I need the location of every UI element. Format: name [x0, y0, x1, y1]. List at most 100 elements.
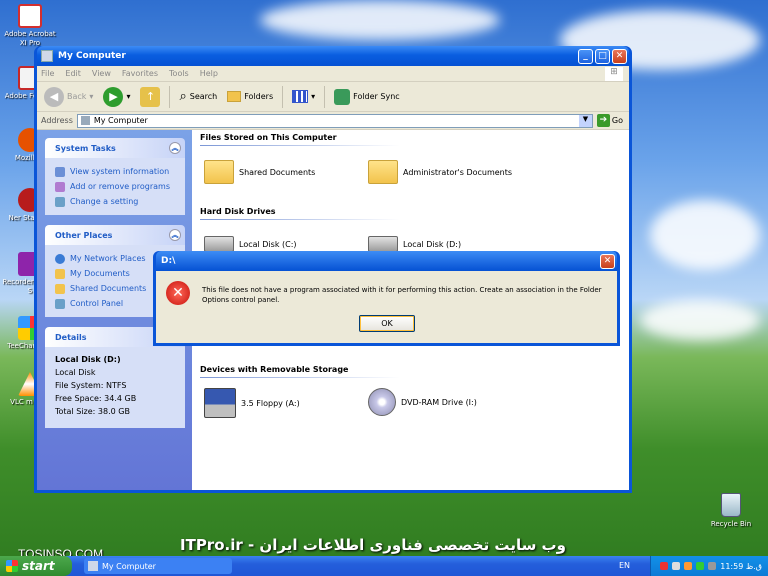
folders-button[interactable]: Folders — [224, 91, 276, 102]
go-button[interactable]: ➔ Go — [596, 114, 623, 127]
group-title-hard-disk-drives: Hard Disk Drives — [200, 207, 276, 216]
address-field[interactable]: My Computer ▼ — [76, 113, 593, 128]
error-icon: ✕ — [166, 281, 190, 305]
tray-volume-icon[interactable] — [672, 562, 681, 570]
forward-arrow-icon: ▶ — [103, 86, 124, 107]
menu-view[interactable]: View — [92, 69, 111, 78]
back-arrow-icon: ◀ — [44, 86, 64, 107]
folder-icon — [368, 160, 398, 184]
dialog-titlebar[interactable]: D:\ ✕ — [156, 251, 617, 271]
folder-sync-icon — [334, 88, 351, 105]
up-button[interactable]: ↑ — [137, 86, 163, 107]
system-info-icon — [55, 166, 65, 177]
search-button[interactable]: ⌕ Search — [176, 89, 220, 104]
error-dialog: D:\ ✕ ✕ This file does not have a progra… — [153, 251, 620, 346]
chevron-down-icon: ▾ — [126, 92, 131, 101]
menu-edit[interactable]: Edit — [65, 69, 81, 78]
dialog-message: This file does not have a program associ… — [202, 286, 602, 304]
start-button[interactable]: start — [0, 556, 72, 576]
menu-tools[interactable]: Tools — [169, 69, 189, 78]
other-places-header[interactable]: Other Places ︽ — [45, 225, 185, 245]
menu-help[interactable]: Help — [200, 69, 218, 78]
tray-network-icon[interactable] — [660, 562, 669, 570]
control-panel-icon — [55, 298, 65, 309]
toolbar-separator — [324, 85, 326, 108]
tray-app-icon[interactable] — [696, 562, 705, 570]
tray-app-icon[interactable] — [708, 562, 717, 570]
add-remove-icon — [55, 181, 65, 192]
my-computer-small-icon — [88, 561, 98, 571]
taskbar-item-my-computer[interactable]: My Computer — [84, 558, 232, 574]
folder-sync-button[interactable]: Folder Sync — [331, 88, 403, 105]
group-title-stored-files: Files Stored on This Computer — [200, 133, 337, 142]
dvd-drive-icon — [368, 388, 396, 416]
taskbar: start My Computer EN 11:59 ق.ظ — [0, 556, 768, 576]
forward-button[interactable]: ▶ ▾ — [100, 86, 133, 107]
address-bar: Address My Computer ▼ ➔ Go — [37, 112, 629, 130]
go-arrow-icon: ➔ — [596, 114, 610, 127]
maximize-button[interactable]: □ — [595, 48, 610, 64]
search-icon: ⌕ — [179, 89, 187, 104]
item-shared-documents[interactable]: Shared Documents — [204, 160, 315, 184]
details-drive-name: Local Disk (D:) — [55, 355, 121, 364]
window-titlebar[interactable]: My Computer _ □ ✕ — [37, 46, 629, 66]
details-file-system: File System: NTFS — [55, 381, 127, 390]
view-system-information-link[interactable]: View system information — [55, 164, 179, 179]
folders-icon — [227, 91, 242, 102]
address-value: My Computer — [93, 116, 148, 125]
system-tasks-panel: System Tasks ︽ View system information A… — [45, 138, 185, 215]
menu-file[interactable]: File — [41, 69, 54, 78]
ok-button[interactable]: OK — [359, 315, 415, 332]
menu-bar: File Edit View Favorites Tools Help ⊞ — [37, 66, 629, 82]
clock[interactable]: 11:59 ق.ظ — [720, 562, 762, 571]
close-button[interactable]: ✕ — [612, 48, 627, 64]
my-documents-icon — [55, 268, 65, 279]
back-button[interactable]: ◀ Back ▾ — [41, 86, 96, 107]
views-grid-icon — [292, 90, 309, 103]
cloud — [260, 0, 500, 40]
network-places-icon — [55, 253, 65, 264]
toolbar-separator — [282, 85, 284, 108]
group-title-removable-storage: Devices with Removable Storage — [200, 365, 349, 374]
shared-folder-icon — [55, 283, 65, 294]
details-drive-type: Local Disk — [55, 368, 96, 377]
language-indicator[interactable]: EN — [619, 561, 630, 570]
my-computer-small-icon — [80, 116, 90, 125]
group-divider — [200, 145, 400, 146]
chevron-down-icon: ▾ — [89, 92, 94, 101]
window-title: My Computer — [58, 51, 126, 61]
hard-drive-icon — [204, 236, 234, 252]
views-button[interactable]: ▾ — [289, 90, 318, 103]
details-free-space: Free Space: 34.4 GB — [55, 394, 137, 403]
collapse-chevron-icon[interactable]: ︽ — [169, 142, 181, 154]
folder-up-icon: ↑ — [140, 86, 161, 107]
toolbar-separator — [169, 85, 171, 108]
add-remove-programs-link[interactable]: Add or remove programs — [55, 179, 179, 194]
tray-app-icon[interactable] — [684, 562, 693, 570]
folder-icon — [204, 160, 234, 184]
menu-favorites[interactable]: Favorites — [122, 69, 158, 78]
system-tray: 11:59 ق.ظ — [650, 556, 768, 576]
windows-logo-icon: ⊞ — [605, 67, 623, 81]
cloud — [640, 300, 760, 340]
item-administrators-documents[interactable]: Administrator's Documents — [368, 160, 512, 184]
desktop-icon-acrobat[interactable]: Adobe Acrobat XI Pro — [2, 4, 58, 48]
toolbar: ◀ Back ▾ ▶ ▾ ↑ ⌕ Search Folders ▾ Folder… — [37, 82, 629, 112]
floppy-drive-icon — [204, 388, 236, 418]
item-dvd-ram-drive-i[interactable]: DVD-RAM Drive (I:) — [368, 388, 477, 416]
minimize-button[interactable]: _ — [578, 48, 593, 64]
item-local-disk-c[interactable]: Local Disk (C:) — [204, 236, 297, 252]
dialog-close-button[interactable]: ✕ — [600, 253, 615, 269]
item-local-disk-d[interactable]: Local Disk (D:) — [368, 236, 461, 252]
acrobat-icon — [18, 4, 42, 28]
dialog-title: D:\ — [161, 256, 176, 266]
address-label: Address — [41, 116, 73, 125]
my-computer-icon — [41, 50, 53, 62]
system-tasks-header[interactable]: System Tasks ︽ — [45, 138, 185, 158]
address-dropdown-button[interactable]: ▼ — [578, 114, 592, 127]
desktop-icon-recycle-bin[interactable]: Recycle Bin — [706, 493, 756, 528]
change-setting-link[interactable]: Change a setting — [55, 194, 179, 209]
item-floppy-a[interactable]: 3.5 Floppy (A:) — [204, 388, 300, 418]
chevron-down-icon: ▾ — [311, 92, 316, 101]
collapse-chevron-icon[interactable]: ︽ — [169, 229, 181, 241]
